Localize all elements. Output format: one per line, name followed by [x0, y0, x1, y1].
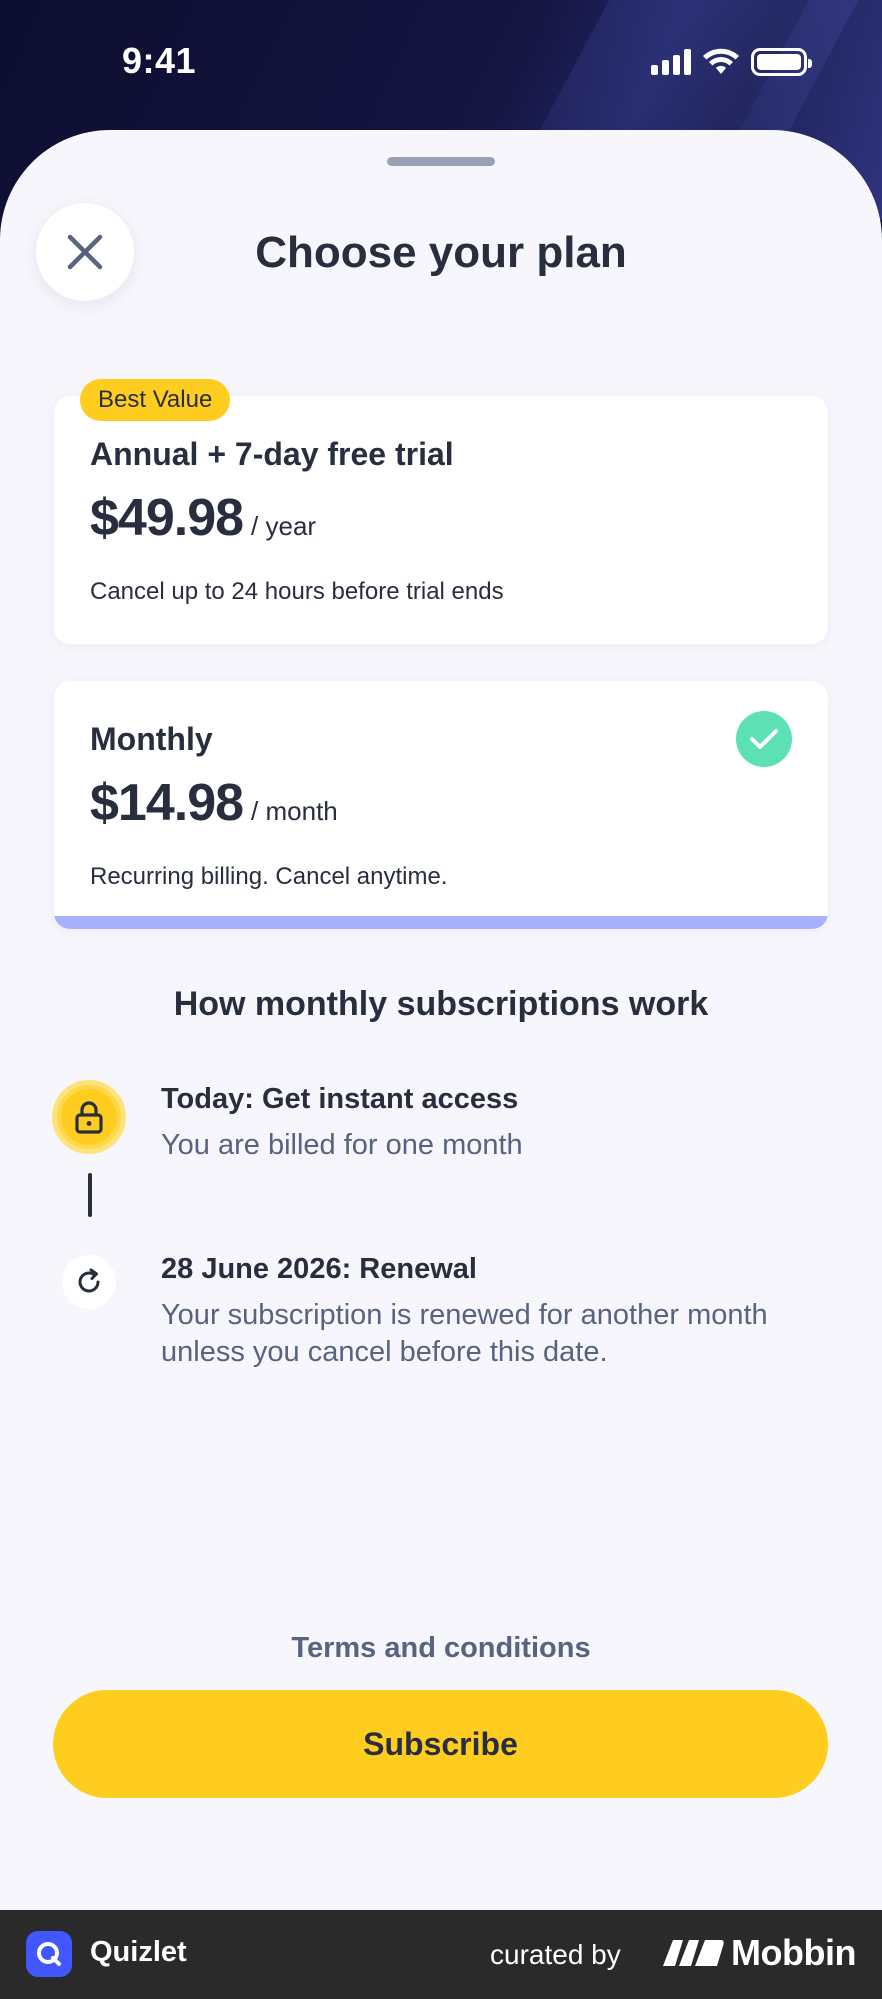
quizlet-logo-icon [26, 1931, 72, 1977]
signal-icon [651, 49, 691, 75]
plan-price-amount: $49.98 [90, 489, 244, 547]
plan-note: Cancel up to 24 hours before trial ends [90, 578, 504, 605]
app-name: Quizlet [90, 1936, 187, 1968]
wifi-icon [703, 48, 739, 74]
subscribe-button[interactable]: Subscribe [53, 1690, 828, 1798]
mobbin-logo-icon [663, 1940, 724, 1966]
plan-price-period: / year [251, 511, 317, 541]
plan-price: $49.98 / year [90, 488, 316, 548]
step-title: Today: Get instant access [161, 1083, 519, 1115]
mobbin-brand: Mobbin [731, 1932, 856, 1973]
plan-price-amount: $14.98 [90, 774, 244, 832]
plan-price-period: / month [251, 796, 338, 826]
plan-note: Recurring billing. Cancel anytime. [90, 863, 448, 890]
step-description: Your subscription is renewed for another… [161, 1299, 768, 1368]
step-description: You are billed for one month [161, 1129, 523, 1161]
timeline-connector [88, 1173, 92, 1217]
selected-indicator-bar [54, 916, 828, 929]
lock-icon [52, 1080, 126, 1154]
plan-card-annual[interactable]: Annual + 7-day free trial $49.98 / year … [54, 396, 828, 644]
status-icons [651, 48, 812, 76]
attribution-bar: Quizlet curated by Mobbin [0, 1910, 882, 1999]
curated-by-label: curated by [490, 1939, 621, 1970]
battery-icon [751, 48, 812, 76]
sheet-grabber[interactable] [387, 157, 495, 166]
plan-name: Annual + 7-day free trial [90, 436, 454, 472]
plan-sheet: Choose your plan Annual + 7-day free tri… [0, 130, 882, 1910]
step-title: 28 June 2026: Renewal [161, 1253, 477, 1285]
best-value-badge: Best Value [80, 379, 231, 421]
plan-card-monthly[interactable]: Monthly $14.98 / month Recurring billing… [54, 681, 828, 929]
status-time: 9:41 [122, 40, 197, 81]
page-title: Choose your plan [255, 228, 627, 277]
plan-price: $14.98 / month [90, 773, 338, 833]
renew-icon [62, 1255, 116, 1309]
terms-link[interactable]: Terms and conditions [0, 1632, 882, 1665]
how-it-works-title: How monthly subscriptions work [173, 985, 709, 1023]
selected-check-icon [736, 711, 792, 767]
plan-name: Monthly [90, 721, 213, 757]
